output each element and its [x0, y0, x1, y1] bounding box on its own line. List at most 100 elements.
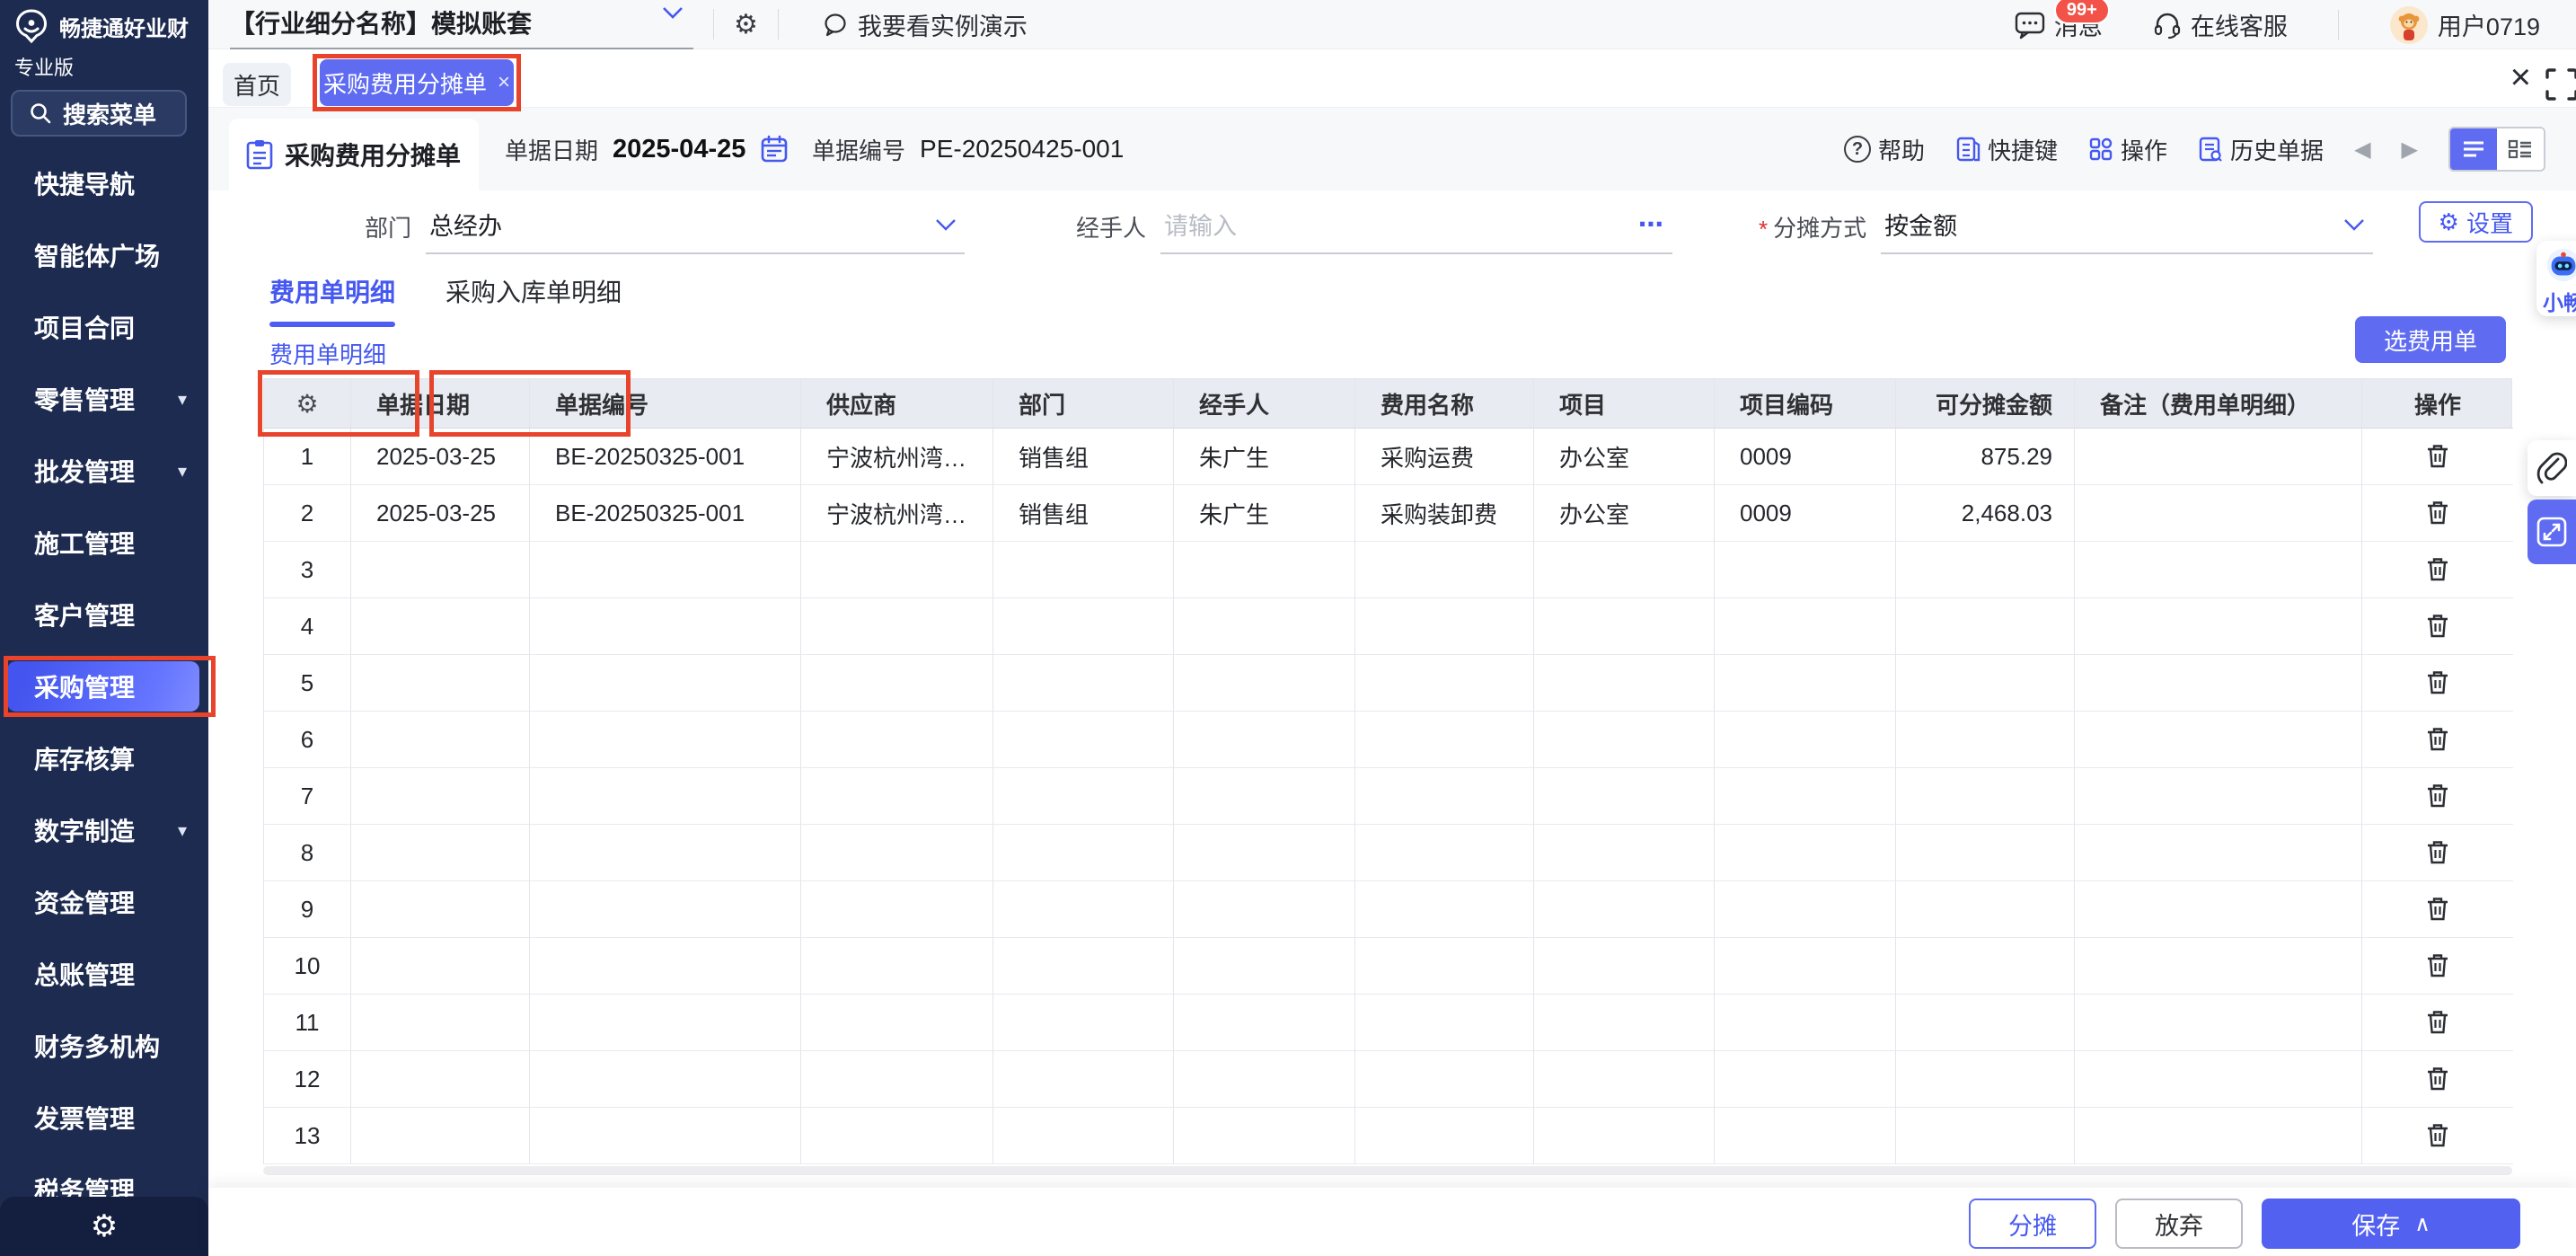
cell-date[interactable] [351, 938, 530, 995]
cell-hand[interactable] [1174, 655, 1355, 712]
cell-sup[interactable] [801, 1051, 993, 1108]
cell-hand[interactable] [1174, 712, 1355, 768]
prev-doc-icon[interactable]: ◀ [2354, 137, 2370, 163]
cell-hand[interactable] [1174, 881, 1355, 938]
cell-date[interactable] [351, 881, 530, 938]
sidebar-item-13[interactable]: 发票管理 [0, 1082, 208, 1154]
cell-amt[interactable] [1896, 1051, 2075, 1108]
list-view-toggle[interactable] [2450, 128, 2497, 170]
cell-sup[interactable] [801, 1108, 993, 1164]
cell-proj[interactable] [1534, 1051, 1715, 1108]
cell-amt[interactable] [1896, 995, 2075, 1051]
cell-date[interactable] [351, 542, 530, 598]
cell-rem[interactable] [2075, 938, 2362, 995]
cell-exp[interactable] [1355, 881, 1534, 938]
discard-button[interactable]: 放弃 [2115, 1199, 2243, 1249]
cell-proj[interactable] [1534, 881, 1715, 938]
next-doc-icon[interactable]: ▶ [2402, 137, 2418, 163]
cell-amt[interactable] [1896, 712, 2075, 768]
cell-doc[interactable] [530, 1108, 801, 1164]
cell-amt[interactable]: 2,468.03 [1896, 485, 2075, 542]
cell-hand[interactable]: 朱广生 [1174, 485, 1355, 542]
sidebar-item-7[interactable]: 采购管理 [0, 650, 208, 722]
delete-row-button[interactable] [2362, 768, 2513, 825]
cell-date[interactable] [351, 598, 530, 655]
cell-code[interactable] [1715, 655, 1896, 712]
method-select[interactable]: 按金额 [1881, 207, 2373, 254]
cell-amt[interactable] [1896, 655, 2075, 712]
cell-exp[interactable] [1355, 768, 1534, 825]
delete-row-button[interactable] [2362, 1108, 2513, 1164]
sidebar-item-5[interactable]: 施工管理 [0, 507, 208, 579]
cell-doc[interactable]: BE-20250325-001 [530, 429, 801, 485]
help-button[interactable]: ? 帮助 [1844, 133, 1925, 166]
cell-dept[interactable] [993, 768, 1174, 825]
tab-home[interactable]: 首页 [223, 63, 291, 106]
cell-exp[interactable] [1355, 1108, 1534, 1164]
cell-exp[interactable] [1355, 712, 1534, 768]
handler-input[interactable]: 请输入 ⋯ [1160, 207, 1672, 254]
cell-sup[interactable] [801, 598, 993, 655]
cell-doc[interactable] [530, 598, 801, 655]
delete-row-button[interactable] [2362, 712, 2513, 768]
cell-sup[interactable] [801, 768, 993, 825]
sidebar-item-4[interactable]: 批发管理▾ [0, 435, 208, 507]
cell-date[interactable]: 2025-03-25 [351, 429, 530, 485]
cell-dept[interactable] [993, 712, 1174, 768]
cell-hand[interactable] [1174, 938, 1355, 995]
cell-sup[interactable]: 宁波杭州湾… [801, 429, 993, 485]
cell-doc[interactable] [530, 1051, 801, 1108]
cell-code[interactable]: 0009 [1715, 429, 1896, 485]
cell-dept[interactable] [993, 825, 1174, 881]
cell-rem[interactable] [2075, 1051, 2362, 1108]
sidebar-item-6[interactable]: 客户管理 [0, 579, 208, 650]
demo-link[interactable]: 我要看实例演示 [822, 7, 1028, 42]
lookup-ellipsis-icon[interactable]: ⋯ [1638, 209, 1665, 239]
delete-row-button[interactable] [2362, 881, 2513, 938]
doc-tab[interactable]: 采购费用分摊单 [229, 119, 479, 190]
cell-proj[interactable] [1534, 938, 1715, 995]
cell-date[interactable] [351, 995, 530, 1051]
cell-rem[interactable] [2075, 881, 2362, 938]
cell-date[interactable]: 2025-03-25 [351, 485, 530, 542]
attachment-widget[interactable] [2527, 440, 2576, 496]
cell-doc[interactable] [530, 768, 801, 825]
cell-sup[interactable] [801, 655, 993, 712]
cell-sup[interactable] [801, 881, 993, 938]
cell-rem[interactable] [2075, 429, 2362, 485]
cell-rem[interactable] [2075, 768, 2362, 825]
cell-amt[interactable] [1896, 938, 2075, 995]
settings-button[interactable]: ⚙ 设置 [2419, 201, 2533, 243]
cell-sup[interactable] [801, 995, 993, 1051]
subtab-inbound-detail[interactable]: 采购入库单明细 [446, 273, 622, 327]
cell-code[interactable]: 0009 [1715, 485, 1896, 542]
cell-sup[interactable]: 宁波杭州湾… [801, 485, 993, 542]
cell-dept[interactable]: 销售组 [993, 485, 1174, 542]
cell-date[interactable] [351, 1051, 530, 1108]
delete-row-button[interactable] [2362, 598, 2513, 655]
cell-date[interactable] [351, 655, 530, 712]
horizontal-scrollbar[interactable] [263, 1166, 2512, 1175]
cell-rem[interactable] [2075, 542, 2362, 598]
cell-proj[interactable]: 办公室 [1534, 429, 1715, 485]
delete-row-button[interactable] [2362, 485, 2513, 542]
cell-proj[interactable] [1534, 712, 1715, 768]
tab-purchase-expense-allocation[interactable]: 采购费用分摊单 × [320, 59, 514, 106]
cell-doc[interactable]: BE-20250325-001 [530, 485, 801, 542]
cell-amt[interactable] [1896, 881, 2075, 938]
cell-code[interactable] [1715, 542, 1896, 598]
close-icon[interactable]: × [2510, 57, 2531, 98]
sidebar-item-9[interactable]: 数字制造▾ [0, 794, 208, 866]
expand-widget[interactable] [2527, 500, 2576, 564]
cell-exp[interactable] [1355, 598, 1534, 655]
cell-hand[interactable] [1174, 825, 1355, 881]
cell-doc[interactable] [530, 542, 801, 598]
cell-code[interactable] [1715, 881, 1896, 938]
delete-row-button[interactable] [2362, 825, 2513, 881]
cell-date[interactable] [351, 1108, 530, 1164]
cell-exp[interactable] [1355, 1051, 1534, 1108]
user-menu[interactable]: 用户0719 [2389, 5, 2540, 45]
delete-row-button[interactable] [2362, 995, 2513, 1051]
cell-code[interactable] [1715, 1051, 1896, 1108]
cell-rem[interactable] [2075, 598, 2362, 655]
